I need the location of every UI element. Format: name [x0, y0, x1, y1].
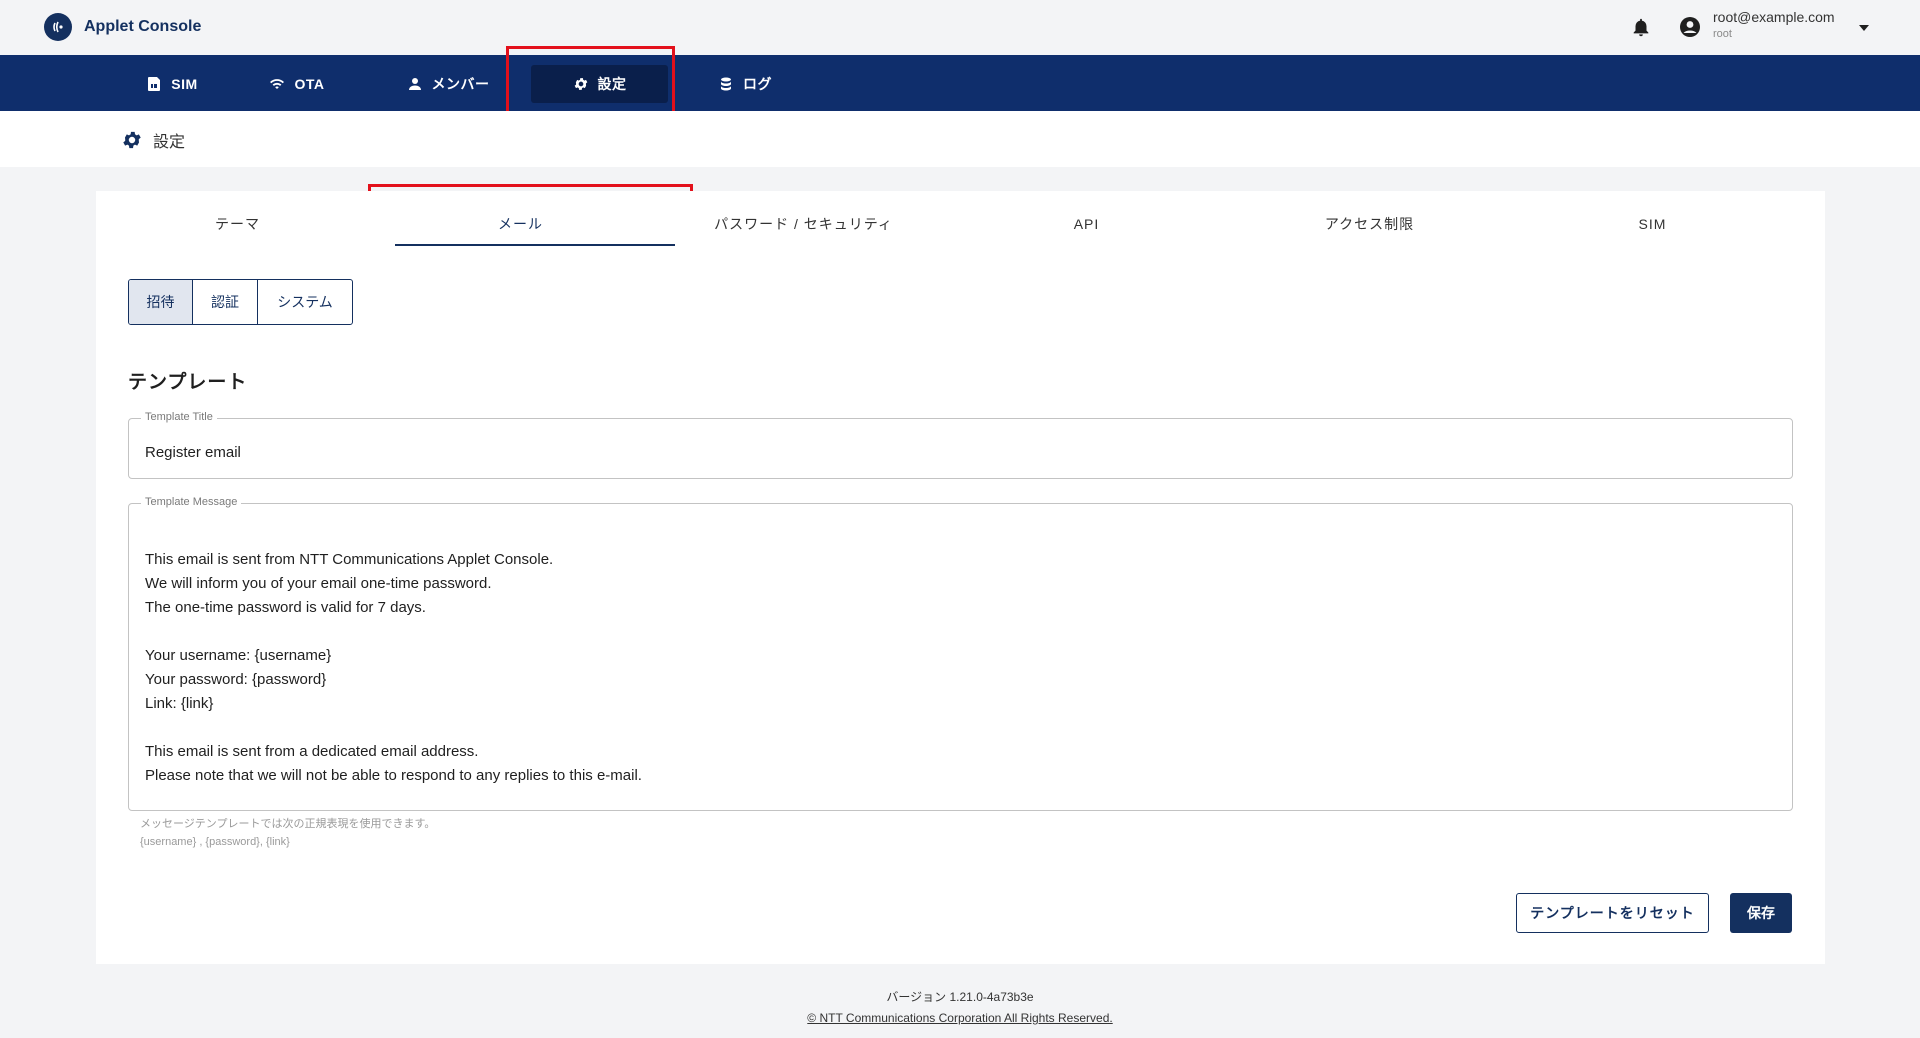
message-line: This email is sent from NTT Communicatio…: [145, 551, 554, 568]
nav-item-label: ログ: [743, 76, 772, 92]
version-text: バージョン 1.21.0-4a73b3e: [886, 990, 1034, 1004]
template-message-textarea[interactable]: This email is sent from NTT Communicatio…: [145, 524, 642, 788]
nav-item-label: メンバー: [431, 76, 490, 92]
subtab-auth[interactable]: 認証: [193, 280, 258, 324]
caret-down-icon[interactable]: [1857, 21, 1871, 35]
helper-variables: {username} , {password}, {link}: [140, 836, 290, 848]
app-title: Applet Console: [84, 18, 202, 35]
page-header: 設定: [0, 111, 1920, 167]
subtab-label: システム: [277, 294, 333, 310]
active-tab-indicator: [395, 244, 675, 246]
account-info[interactable]: root@example.com root: [1713, 9, 1835, 40]
message-line: [145, 524, 642, 548]
subtab-label: 認証: [211, 294, 239, 310]
highlight-box: [506, 46, 675, 119]
main-nav: SIM OTA メンバー 設定 ログ: [0, 55, 1920, 111]
template-message-label: Template Message: [141, 496, 242, 508]
tab-mail[interactable]: メール: [379, 191, 662, 257]
page-title: 設定: [121, 128, 185, 152]
helper-text: メッセージテンプレートでは次の正規表現を使用できます。: [140, 818, 436, 830]
template-title-input[interactable]: Register email: [145, 444, 241, 461]
message-line: [145, 620, 642, 644]
nav-item-ota[interactable]: OTA: [247, 65, 347, 103]
page-title-text: 設定: [153, 134, 186, 151]
subtab-invite[interactable]: 招待: [129, 280, 193, 324]
brand[interactable]: Applet Console: [44, 13, 201, 41]
nav-item-logs[interactable]: ログ: [690, 65, 800, 103]
tab-label: SIM: [1638, 216, 1667, 232]
nav-item-label: SIM: [171, 76, 198, 92]
tab-label: パスワード / セキュリティ: [714, 216, 893, 232]
nav-item-members[interactable]: メンバー: [393, 65, 503, 103]
tab-access-control[interactable]: アクセス制限: [1228, 191, 1511, 257]
copyright-link[interactable]: © NTT Communications Corporation All Rig…: [0, 1011, 1920, 1025]
message-line: We will inform you of your email one-tim…: [145, 575, 492, 592]
tab-password-security[interactable]: パスワード / セキュリティ: [662, 191, 945, 257]
tab-label: テーマ: [215, 216, 260, 232]
sim-card-icon: [148, 77, 161, 91]
footer: バージョン 1.21.0-4a73b3e © NTT Communication…: [0, 988, 1920, 1025]
nav-item-label: OTA: [294, 76, 325, 92]
tab-label: API: [1073, 216, 1100, 232]
message-line: The one-time password is valid for 7 day…: [145, 599, 426, 616]
message-line: Your username: {username}: [145, 647, 332, 664]
nav-item-sim[interactable]: SIM: [117, 65, 227, 103]
template-message-field[interactable]: Template Message This email is sent from…: [128, 496, 1793, 811]
section-title: テンプレート: [128, 372, 248, 393]
account-circle-icon[interactable]: [1678, 15, 1702, 39]
subtab-label: 招待: [146, 294, 175, 310]
settings-card: テーマ メール パスワード / セキュリティ API アクセス制限 SIM 招待…: [96, 191, 1825, 964]
message-line: [145, 716, 642, 740]
tab-sim[interactable]: SIM: [1511, 191, 1794, 257]
bell-icon[interactable]: [1630, 16, 1652, 38]
message-line: This email is sent from a dedicated emai…: [145, 743, 479, 760]
message-line: Link: {link}: [145, 695, 214, 712]
message-line: Your password: {password}: [145, 671, 327, 688]
person-icon: [408, 78, 421, 90]
tab-theme[interactable]: テーマ: [96, 191, 379, 257]
tab-label: メール: [498, 216, 543, 232]
tab-api[interactable]: API: [945, 191, 1228, 257]
template-title-label: Template Title: [141, 411, 217, 423]
message-line: Please note that we will not be able to …: [145, 767, 642, 784]
database-icon: [721, 77, 731, 91]
wifi-icon: [270, 79, 285, 89]
save-button[interactable]: 保存: [1730, 893, 1792, 933]
top-header: Applet Console root@example.com root: [0, 0, 1920, 55]
account-email: root@example.com: [1713, 9, 1835, 25]
account-username: root: [1713, 28, 1732, 40]
mail-type-toggle: 招待 認証 システム: [128, 279, 353, 325]
tab-label: アクセス制限: [1324, 216, 1415, 232]
subtab-system[interactable]: システム: [258, 280, 352, 324]
gear-icon: [123, 131, 141, 149]
nfc-logo-icon: [44, 13, 72, 41]
template-title-field[interactable]: Template Title Register email: [128, 411, 1793, 479]
reset-template-button[interactable]: テンプレートをリセット: [1516, 893, 1709, 933]
